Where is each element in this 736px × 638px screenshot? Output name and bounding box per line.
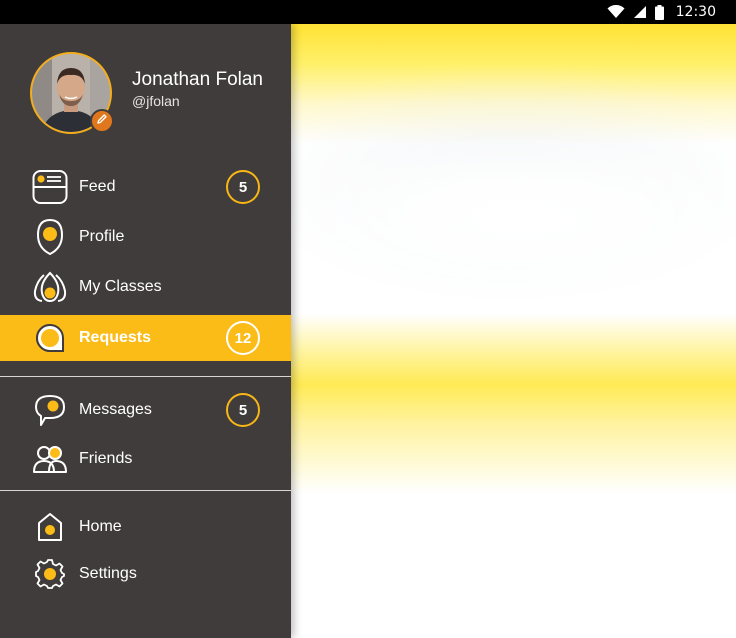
classes-icon [30, 267, 70, 307]
nav-item-requests[interactable]: Requests 12 [0, 315, 291, 361]
nav-label-my-classes: My Classes [79, 278, 162, 295]
nav-label-profile: Profile [79, 228, 125, 245]
pencil-icon [96, 112, 108, 130]
wifi-icon [607, 5, 625, 19]
edit-avatar-button[interactable] [90, 109, 114, 133]
nav-item-settings[interactable]: Settings [0, 551, 291, 597]
nav-item-my-classes[interactable]: My Classes [0, 264, 291, 310]
friends-icon [30, 439, 70, 479]
divider [0, 490, 291, 491]
divider [0, 376, 291, 377]
profile-header: Jonathan Folan @jfolan [0, 24, 291, 154]
requests-count-badge: 12 [226, 321, 260, 355]
nav-item-profile[interactable]: Profile [0, 214, 291, 260]
profile-pin-icon [30, 217, 70, 257]
nav-item-messages[interactable]: Messages 5 [0, 387, 291, 433]
status-time: 12:30 [675, 4, 716, 20]
nav-label-friends: Friends [79, 450, 133, 467]
nav-label-requests: Requests [79, 329, 152, 346]
message-bubble-icon [30, 390, 70, 430]
cell-signal-icon [633, 5, 647, 19]
nav-label-home: Home [79, 518, 122, 535]
nav-label-settings: Settings [79, 565, 137, 582]
status-bar: 12:30 [0, 0, 736, 24]
user-handle: @jfolan [132, 93, 180, 109]
nav-label-feed: Feed [79, 178, 116, 195]
user-name: Jonathan Folan [132, 69, 263, 90]
gear-icon [30, 554, 70, 594]
home-icon [30, 507, 70, 547]
messages-count-badge: 5 [226, 393, 260, 427]
nav-label-messages: Messages [79, 401, 152, 418]
nav-item-friends[interactable]: Friends [0, 436, 291, 482]
request-bubble-icon [30, 318, 70, 358]
feed-icon [30, 167, 70, 207]
content-background[interactable] [291, 24, 736, 638]
nav-item-home[interactable]: Home [0, 504, 291, 550]
nav-item-feed[interactable]: Feed 5 [0, 164, 291, 210]
battery-icon [654, 4, 664, 20]
feed-count-badge: 5 [226, 170, 260, 204]
navigation-drawer: Jonathan Folan @jfolan Feed 5 Profile My… [0, 24, 291, 638]
